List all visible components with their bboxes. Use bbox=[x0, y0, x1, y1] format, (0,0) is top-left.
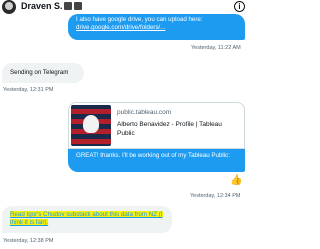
emoji-icon bbox=[74, 2, 82, 10]
contact-name[interactable]: Draven S. bbox=[21, 1, 63, 11]
message-bubble-outgoing[interactable]: GREAT! thanks. I'll be working out of my… bbox=[68, 149, 245, 172]
message-link[interactable]: drive.google.com/drive/folders/... bbox=[76, 24, 237, 32]
preview-thumbnail bbox=[71, 105, 111, 146]
message-text: GREAT! thanks. I'll be working out of my… bbox=[76, 152, 230, 159]
message-text: I also have google drive, you can upload… bbox=[76, 16, 203, 23]
conversation-header: Draven S. i bbox=[0, 0, 250, 14]
preview-domain: public.tableau.com bbox=[117, 109, 172, 116]
timestamp: Yesterday, 11:22 AM bbox=[191, 45, 241, 51]
message-text: Sending on Telegram bbox=[10, 69, 69, 76]
link-preview-card[interactable]: public.tableau.com Alberto Benavidez - P… bbox=[68, 102, 245, 149]
message-bubble-outgoing[interactable]: I also have google drive, you can upload… bbox=[68, 14, 245, 40]
badges bbox=[64, 2, 82, 10]
emoji-icon bbox=[64, 2, 72, 10]
preview-title: Alberto Benavidez - Profile | Tableau Pu… bbox=[117, 121, 222, 137]
info-icon[interactable]: i bbox=[234, 1, 245, 12]
avatar[interactable] bbox=[2, 0, 16, 14]
timestamp: Yesterday, 12:31 PM bbox=[3, 87, 54, 93]
message-bubble-incoming[interactable]: Sending on Telegram bbox=[2, 63, 84, 83]
timestamp: Yesterday, 12:38 PM bbox=[3, 238, 54, 244]
message-bubble-incoming[interactable]: Read Igor's Chudov substack about this d… bbox=[2, 206, 172, 233]
timestamp: Yesterday, 12:34 PM bbox=[190, 193, 241, 199]
thumbs-up-reaction[interactable]: 👍 bbox=[230, 175, 242, 186]
message-text: Read Igor's Chudov substack about this d… bbox=[10, 211, 163, 226]
